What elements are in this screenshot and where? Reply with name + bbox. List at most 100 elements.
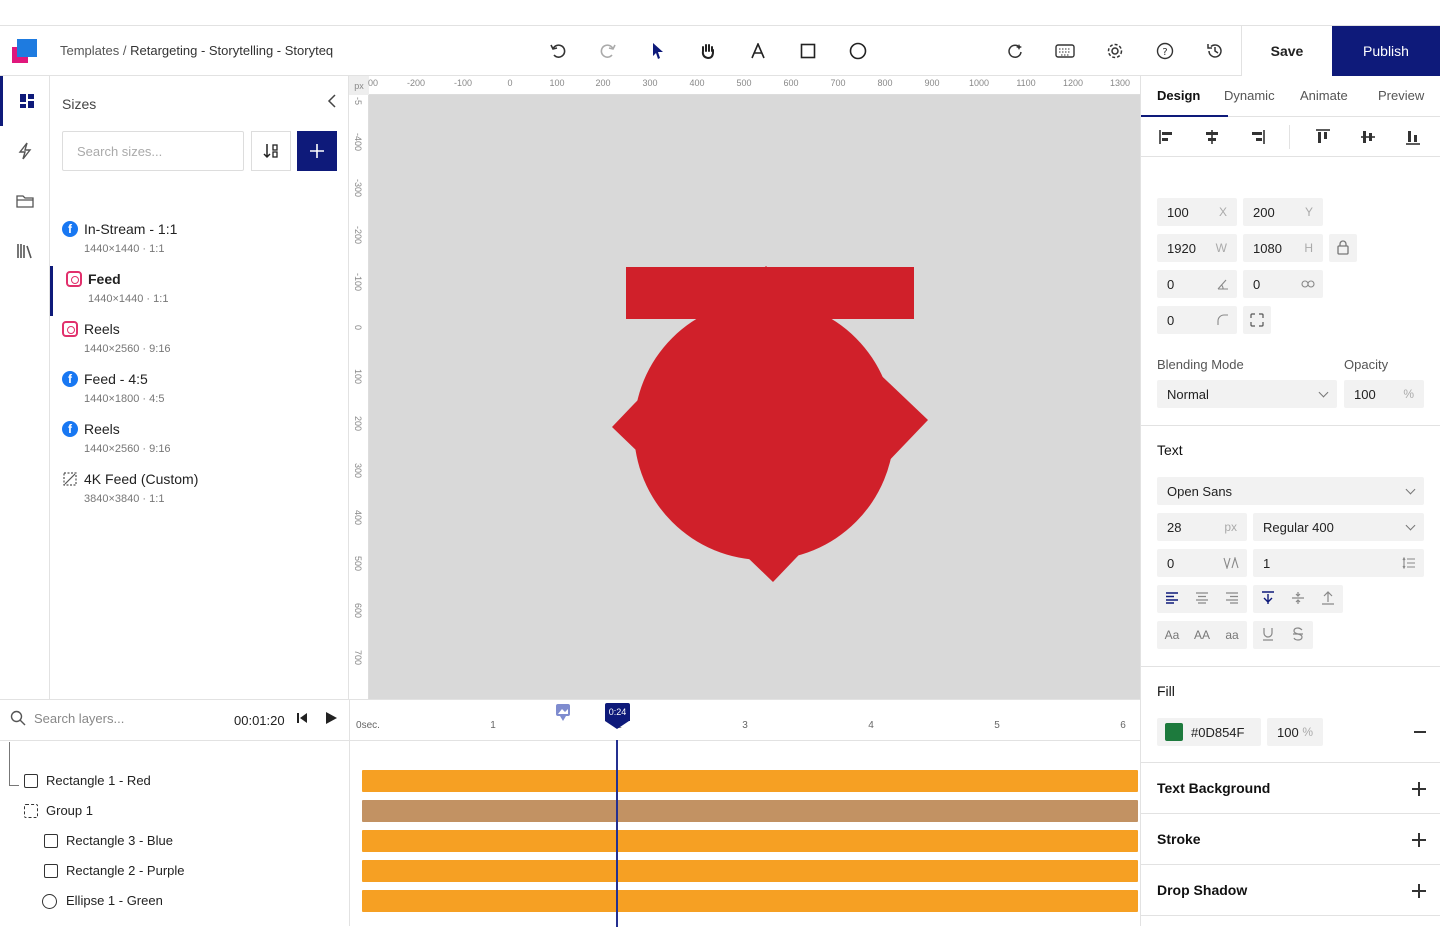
rectangle-tool-icon[interactable] [795, 38, 821, 64]
breadcrumb-root[interactable]: Templates [60, 43, 119, 58]
ai-magic-icon[interactable] [1002, 38, 1028, 64]
layers-search[interactable]: Search layers... [10, 710, 124, 726]
align-left-icon[interactable] [1159, 129, 1175, 145]
track-bar[interactable] [362, 800, 1138, 822]
text-align-group [1157, 585, 1247, 613]
corner-radius-field[interactable]: 0 [1157, 306, 1237, 334]
track-bar[interactable] [362, 830, 1138, 852]
left-rail [0, 76, 50, 699]
font-size-field[interactable]: 28 px [1157, 513, 1247, 541]
ruler-tick: -400 [353, 133, 363, 152]
vertical-align-top-icon[interactable] [1253, 590, 1283, 608]
redo-icon[interactable] [595, 38, 621, 64]
sizes-grid-icon[interactable] [0, 76, 50, 126]
y-field[interactable]: 200 Y [1243, 198, 1323, 226]
rotation-field[interactable]: 0 [1157, 270, 1237, 298]
height-field[interactable]: 1080 H [1243, 234, 1323, 262]
fill-color-field[interactable]: #0D854F [1157, 718, 1261, 746]
layer-row[interactable]: Rectangle 1 - Red [0, 766, 350, 796]
text-tool-icon[interactable] [745, 38, 771, 64]
case-upper-option[interactable]: AA [1187, 628, 1217, 642]
font-weight-select[interactable]: Regular 400 [1253, 513, 1424, 541]
skew-value: 0 [1253, 277, 1261, 292]
playhead-handle[interactable]: 0:24 [605, 703, 630, 721]
remove-fill-icon[interactable] [1414, 731, 1426, 733]
size-name: In-Stream - 1:1 [84, 221, 178, 237]
ruler-tick: 300 [642, 78, 658, 88]
artboard-stage[interactable] [369, 95, 1140, 699]
case-title-option[interactable]: Aa [1157, 628, 1187, 642]
settings-gear-icon[interactable] [1102, 38, 1128, 64]
save-button[interactable]: Save [1241, 26, 1332, 76]
case-lower-option[interactable]: aa [1217, 628, 1247, 642]
layer-row[interactable]: Ellipse 1 - Green [0, 886, 350, 916]
size-item[interactable]: f In-Stream - 1:1 1440×1440 · 1:1 [50, 216, 348, 266]
history-icon[interactable] [1202, 38, 1228, 64]
layer-row[interactable]: Rectangle 3 - Blue [0, 826, 350, 856]
tab-dynamic[interactable]: Dynamic [1224, 88, 1275, 103]
vertical-align-bottom-icon[interactable] [1313, 590, 1343, 608]
size-item[interactable]: 4K Feed (Custom) 3840×3840 · 1:1 [50, 466, 348, 516]
letter-spacing-field[interactable]: 0 [1157, 549, 1247, 577]
x-field[interactable]: 100 X [1157, 198, 1237, 226]
skew-field[interactable]: 0 [1243, 270, 1323, 298]
align-top-icon[interactable] [1315, 129, 1331, 145]
text-align-center-icon[interactable] [1187, 591, 1217, 607]
tab-animate[interactable]: Animate [1300, 88, 1348, 103]
search-sizes-input[interactable] [62, 131, 244, 171]
layer-row[interactable]: Rectangle 2 - Purple [0, 856, 350, 886]
skip-back-icon[interactable] [295, 711, 309, 730]
add-stroke-icon[interactable] [1412, 833, 1426, 847]
underline-icon[interactable] [1253, 627, 1283, 644]
add-drop-shadow-icon[interactable] [1412, 884, 1426, 898]
track-bar[interactable] [362, 890, 1138, 912]
text-align-right-icon[interactable] [1217, 591, 1247, 607]
opacity-field[interactable]: 100% [1344, 380, 1424, 408]
tab-design[interactable]: Design [1157, 88, 1200, 103]
size-item[interactable]: Reels 1440×2560 · 9:16 [50, 316, 348, 366]
sort-button[interactable] [251, 131, 291, 171]
track-bar[interactable] [362, 860, 1138, 882]
add-text-background-icon[interactable] [1412, 782, 1426, 796]
divider [1141, 666, 1440, 667]
app-logo[interactable] [12, 39, 38, 63]
keyframe-image-marker-icon[interactable] [555, 703, 571, 723]
keyboard-icon[interactable] [1052, 38, 1078, 64]
add-size-button[interactable] [297, 131, 337, 171]
tab-preview[interactable]: Preview [1378, 88, 1424, 103]
text-align-left-icon[interactable] [1157, 591, 1187, 607]
size-item[interactable]: f Reels 1440×2560 · 9:16 [50, 416, 348, 466]
drop-shadow-title: Drop Shadow [1157, 882, 1248, 898]
vertical-align-middle-icon[interactable] [1283, 591, 1313, 608]
fill-color-swatch[interactable] [1165, 723, 1183, 741]
ellipse-tool-icon[interactable] [845, 38, 871, 64]
font-family-select[interactable]: Open Sans [1157, 477, 1424, 505]
lock-ratio-button[interactable] [1329, 234, 1357, 262]
size-item[interactable]: f Feed - 4:5 1440×1800 · 4:5 [50, 366, 348, 416]
help-icon[interactable]: ? [1152, 38, 1178, 64]
lightning-icon[interactable] [0, 126, 50, 176]
line-height-field[interactable]: 1 [1253, 549, 1424, 577]
size-item-selected[interactable]: Feed 1440×1440 · 1:1 [50, 266, 348, 316]
align-center-horizontal-icon[interactable] [1204, 129, 1220, 145]
library-icon[interactable] [0, 226, 50, 276]
align-middle-vertical-icon[interactable] [1360, 129, 1376, 145]
play-icon[interactable] [324, 711, 338, 730]
independent-corners-button[interactable] [1243, 306, 1271, 334]
blending-mode-select[interactable]: Normal [1157, 380, 1337, 408]
facebook-icon: f [62, 221, 78, 237]
select-cursor-icon[interactable] [645, 38, 671, 64]
folder-icon[interactable] [0, 176, 50, 226]
timeline-ruler[interactable]: 0sec. 1 2 3 4 5 6 [350, 700, 1140, 741]
hand-pan-icon[interactable] [695, 38, 721, 64]
width-field[interactable]: 1920 W [1157, 234, 1237, 262]
layer-row[interactable]: Group 1 [0, 796, 350, 826]
undo-icon[interactable] [545, 38, 571, 64]
track-bar[interactable] [362, 770, 1138, 792]
strikethrough-icon[interactable] [1283, 626, 1313, 644]
align-bottom-icon[interactable] [1405, 129, 1421, 145]
collapse-panel-icon[interactable] [326, 94, 338, 113]
align-right-icon[interactable] [1249, 129, 1265, 145]
fill-opacity-field[interactable]: 100% [1267, 718, 1323, 746]
publish-button[interactable]: Publish [1332, 26, 1440, 76]
